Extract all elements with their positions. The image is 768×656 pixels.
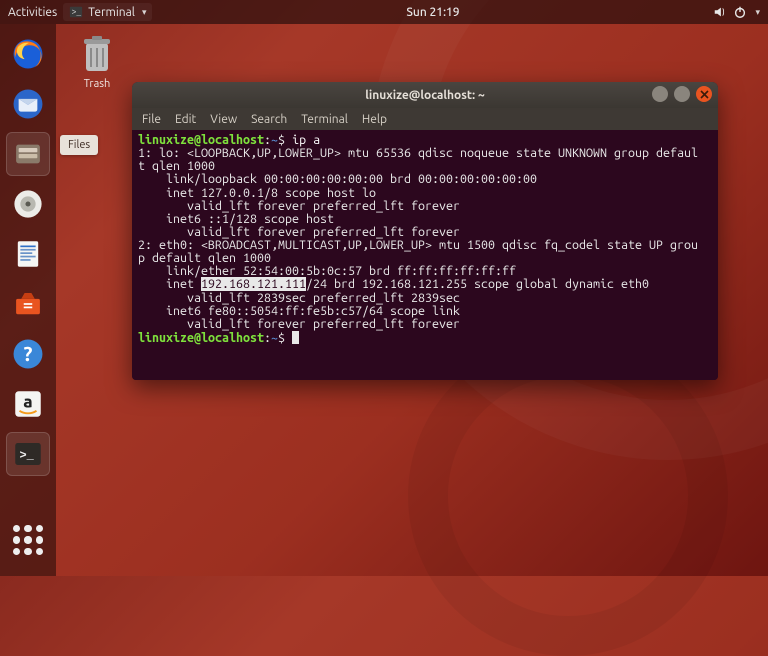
power-icon (733, 5, 747, 19)
window-titlebar[interactable]: linuxize@localhost: ~ (132, 82, 718, 108)
svg-text:>_: >_ (72, 9, 82, 18)
dock-firefox[interactable] (6, 32, 50, 76)
out-l6: inet6 ::1/128 scope host (138, 212, 334, 226)
window-close-button[interactable] (696, 86, 712, 102)
app-name: Terminal (88, 6, 135, 19)
dock-files[interactable] (6, 132, 50, 176)
menu-terminal[interactable]: Terminal (301, 113, 348, 126)
system-status-area[interactable]: ▾ (713, 5, 760, 19)
top-panel: Activities >_ Terminal ▾ Sun 21:19 ▾ (0, 0, 768, 24)
activities-button[interactable]: Activities (8, 6, 57, 19)
dock-help[interactable]: ? (6, 332, 50, 376)
out-l8: 2: eth0: <BROADCAST,MULTICAST,UP,LOWER_U… (138, 238, 698, 252)
dock-thunderbird[interactable] (6, 82, 50, 126)
out-l12: valid_lft 2839sec preferred_lft 2839sec (138, 291, 460, 305)
menu-help[interactable]: Help (362, 113, 387, 126)
dock-terminal[interactable]: >_ (6, 432, 50, 476)
out-l7: valid_lft forever preferred_lft forever (138, 225, 460, 239)
window-maximize-button[interactable] (674, 86, 690, 102)
out-l9: p default qlen 1000 (138, 251, 271, 265)
terminal-icon: >_ (69, 5, 83, 19)
out-l3: link/loopback 00:00:00:00:00:00 brd 00:0… (138, 172, 537, 186)
cursor (292, 331, 299, 344)
prompt-user-2: linuxize@localhost (138, 331, 264, 345)
menu-search[interactable]: Search (251, 113, 287, 126)
menu-view[interactable]: View (210, 113, 237, 126)
window-minimize-button[interactable] (652, 86, 668, 102)
volume-icon (713, 5, 727, 19)
launcher-dock: ? a >_ (0, 24, 56, 576)
chevron-down-icon: ▾ (142, 7, 147, 18)
out-l10: link/ether 52:54:00:5b:0c:57 brd ff:ff:f… (138, 264, 516, 278)
out-l14: valid_lft forever preferred_lft forever (138, 317, 460, 331)
chevron-down-icon: ▾ (755, 7, 760, 18)
desktop-trash[interactable]: Trash (80, 34, 114, 90)
prompt-path: ~ (271, 133, 278, 147)
out-l13: inet6 fe80::5054:ff:fe5b:c57/64 scope li… (138, 304, 460, 318)
out-l11b: /24 brd 192.168.121.255 scope global dyn… (306, 277, 649, 291)
apps-grid-icon (13, 525, 43, 555)
files-tooltip: Files (60, 135, 98, 155)
terminal-window: linuxize@localhost: ~ File Edit View Sea… (132, 82, 718, 380)
clock[interactable]: Sun 21:19 (152, 6, 713, 19)
show-applications[interactable] (6, 518, 50, 562)
trash-label: Trash (80, 78, 114, 90)
prompt-path-2: ~ (271, 331, 278, 345)
command-1: ip a (292, 133, 320, 147)
dock-rhythmbox[interactable] (6, 182, 50, 226)
dock-amazon[interactable]: a (6, 382, 50, 426)
app-indicator[interactable]: >_ Terminal ▾ (63, 3, 152, 21)
out-l1: 1: lo: <LOOPBACK,UP,LOWER_UP> mtu 65536 … (138, 146, 698, 160)
out-l5: valid_lft forever preferred_lft forever (138, 199, 460, 213)
svg-text:>_: >_ (20, 448, 35, 462)
menu-edit[interactable]: Edit (175, 113, 196, 126)
out-l2: t qlen 1000 (138, 159, 215, 173)
menu-file[interactable]: File (142, 113, 161, 126)
svg-text:a: a (23, 392, 32, 411)
out-l11a: inet (138, 277, 201, 291)
out-l4: inet 127.0.0.1/8 scope host lo (138, 186, 376, 200)
terminal-output[interactable]: linuxize@localhost:~$ ip a 1: lo: <LOOPB… (132, 130, 718, 380)
terminal-menubar: File Edit View Search Terminal Help (132, 108, 718, 130)
dock-libreoffice-writer[interactable] (6, 232, 50, 276)
window-title: linuxize@localhost: ~ (365, 89, 485, 102)
prompt-user: linuxize@localhost (138, 133, 264, 147)
highlighted-ip: 192.168.121.111 (201, 277, 306, 291)
svg-text:?: ? (24, 342, 33, 365)
dock-ubuntu-software[interactable] (6, 282, 50, 326)
